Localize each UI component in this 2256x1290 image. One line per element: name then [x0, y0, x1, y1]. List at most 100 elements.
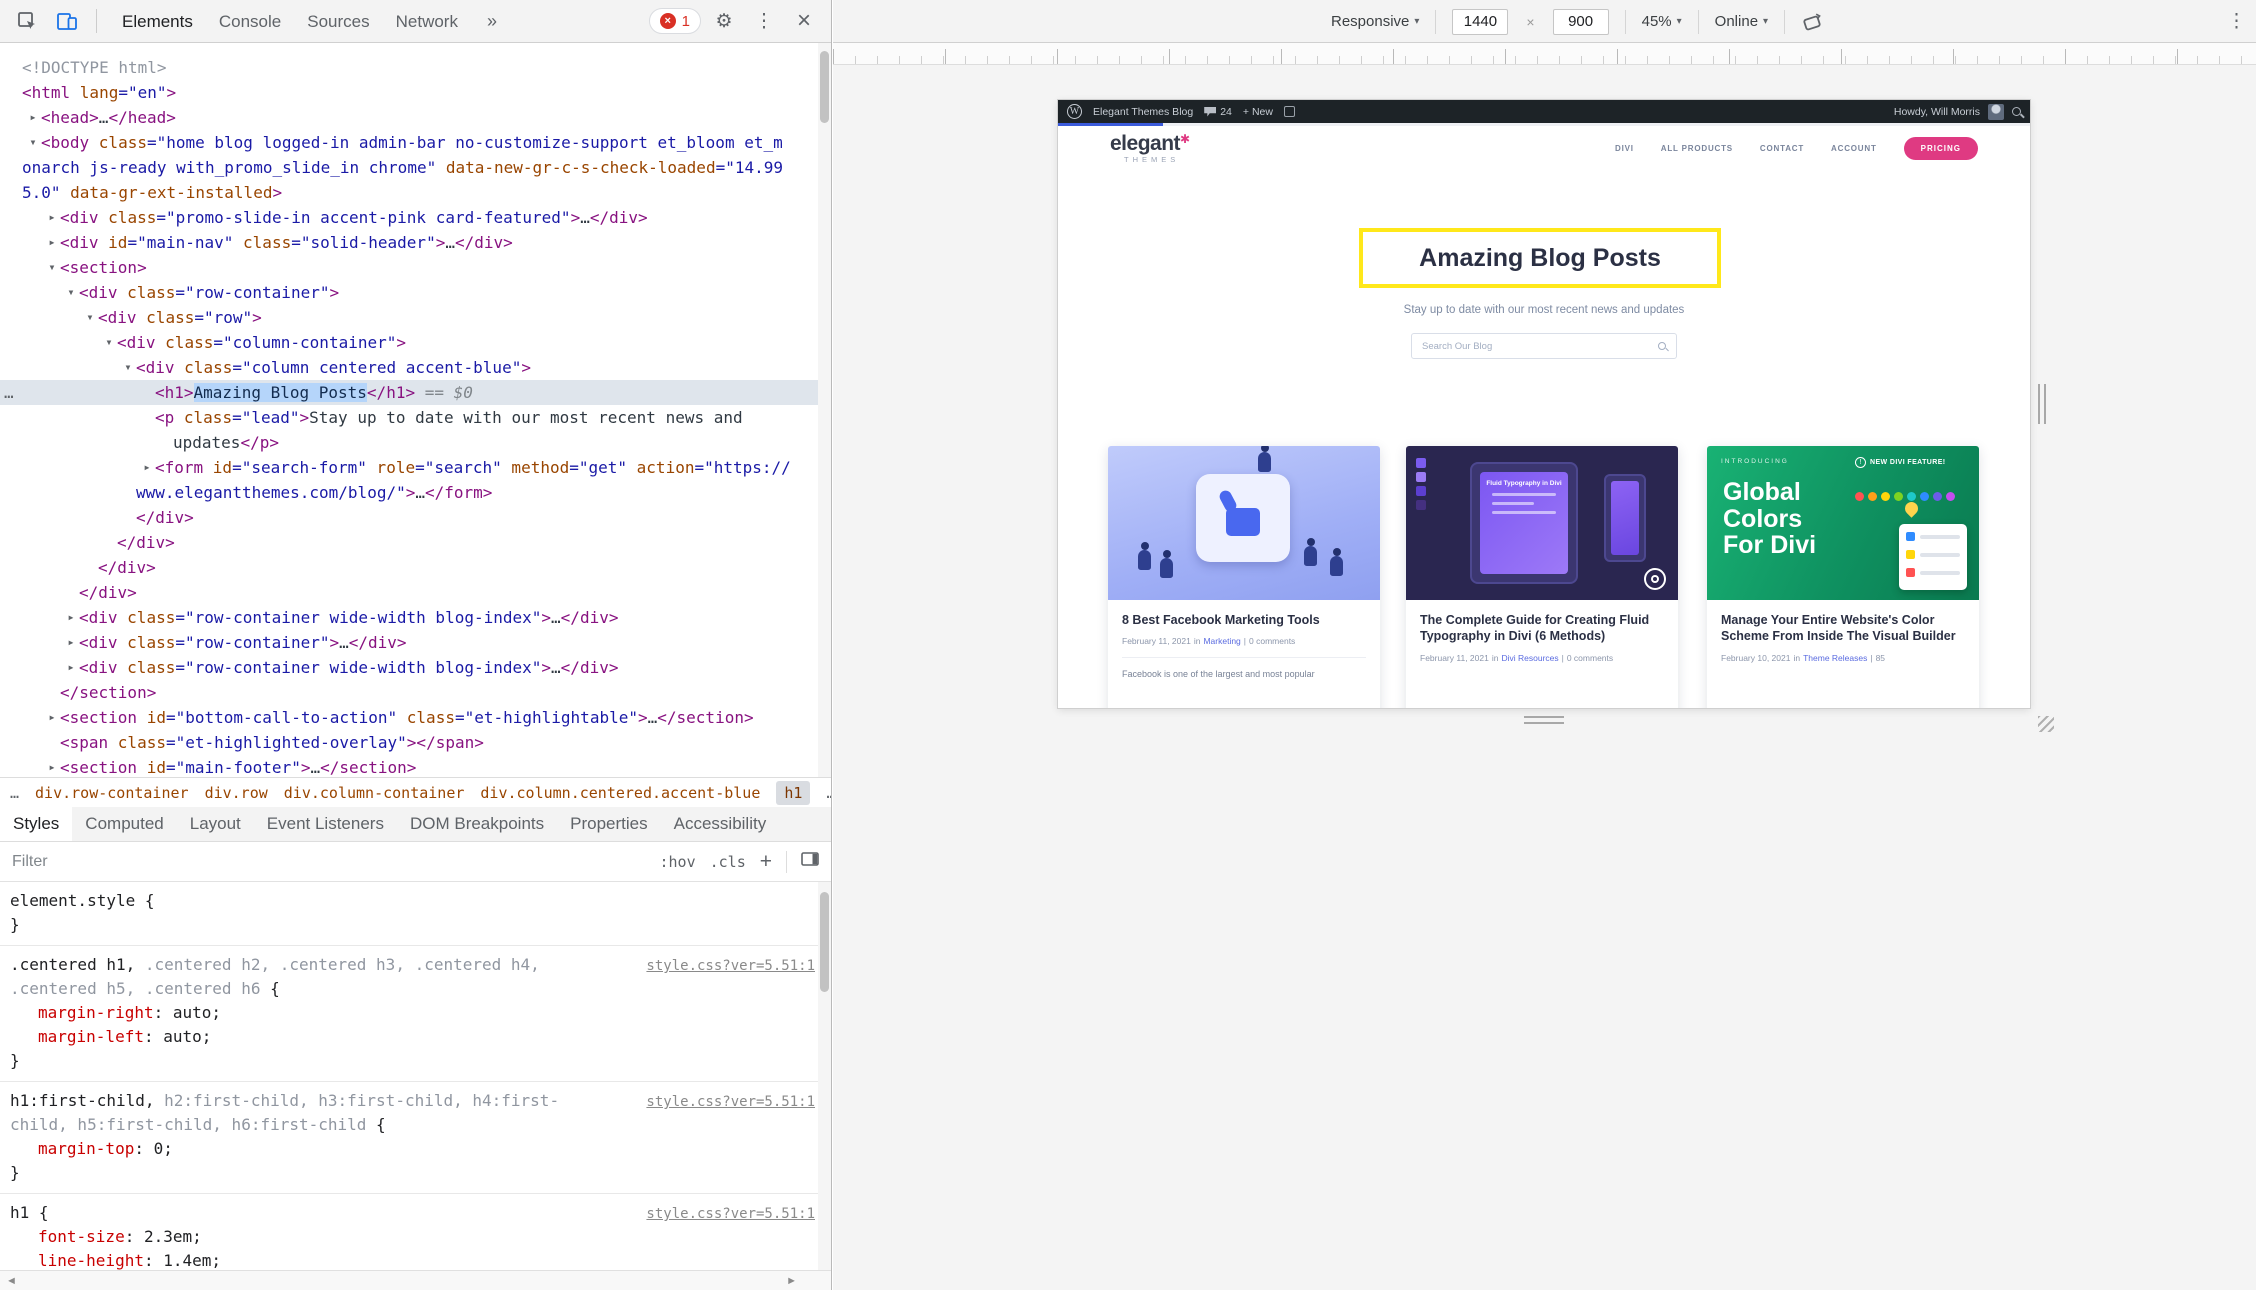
nav-item-contact[interactable]: CONTACT: [1760, 144, 1804, 153]
dom-tree-row[interactable]: ▸<form id="search-form" role="search" me…: [0, 455, 831, 480]
admin-bar-comments[interactable]: 24: [1204, 106, 1232, 118]
dom-tree-row[interactable]: ▾<div class="column-container">: [0, 330, 831, 355]
tree-disclosure-arrow-icon[interactable]: ▸: [44, 755, 60, 777]
post-category-link[interactable]: Theme Releases: [1803, 653, 1867, 663]
styles-filter-input[interactable]: Filter: [12, 853, 645, 871]
tree-disclosure-arrow-icon[interactable]: ▸: [139, 455, 155, 480]
throttling-select[interactable]: Online ▾: [1715, 13, 1768, 30]
viewport-resize-handle-right[interactable]: [2038, 384, 2046, 424]
dom-tree-row[interactable]: ▸<div class="row-container wide-width bl…: [0, 655, 831, 680]
tree-disclosure-arrow-icon[interactable]: ▾: [63, 280, 79, 305]
breadcrumb-item[interactable]: div.column.centered.accent-blue: [480, 784, 760, 802]
dom-tree-row[interactable]: updates</p>: [0, 430, 831, 455]
zoom-select[interactable]: 45% ▾: [1642, 13, 1682, 30]
dom-tree-row[interactable]: </div>: [0, 505, 831, 530]
dom-tree-row[interactable]: ▸<div class="row-container">…</div>: [0, 630, 831, 655]
dom-tree-row[interactable]: ▾<div class="row-container">: [0, 280, 831, 305]
styles-scrollbar[interactable]: [818, 882, 831, 1270]
dom-tree-row[interactable]: ▾<div class="column centered accent-blue…: [0, 355, 831, 380]
stylesheet-link[interactable]: style.css?ver=5.51:1: [646, 1090, 815, 1114]
breadcrumb-overflow-left[interactable]: …: [10, 784, 19, 802]
dom-tree-row[interactable]: 5.0" data-gr-ext-installed>: [0, 180, 831, 205]
toggle-computed-sidebar-icon[interactable]: [801, 852, 819, 871]
admin-search-icon[interactable]: [2012, 107, 2021, 116]
tree-disclosure-arrow-icon[interactable]: ▸: [44, 205, 60, 230]
card-thumbnail-global-colors[interactable]: INTRODUCING ! NEW DIVI FEATURE! Global C…: [1707, 446, 1979, 600]
dom-tree-row[interactable]: ▸<div class="row-container wide-width bl…: [0, 605, 831, 630]
sidebar-tab-dom-breakpoints[interactable]: DOM Breakpoints: [397, 807, 557, 841]
tree-disclosure-arrow-icon[interactable]: ▾: [82, 305, 98, 330]
post-comments-link[interactable]: 0 comments: [1567, 653, 1613, 663]
devtools-menu-kebab-icon[interactable]: ⋮: [747, 4, 781, 38]
css-property[interactable]: font-size: 2.3em;: [10, 1225, 821, 1249]
post-comments-link[interactable]: 85: [1876, 653, 1885, 663]
css-property[interactable]: margin-top: 0;: [10, 1137, 821, 1161]
stylesheet-link[interactable]: style.css?ver=5.51:1: [646, 954, 815, 978]
avatar[interactable]: [1988, 104, 2004, 120]
dom-tree-row[interactable]: ▸<head>…</head>: [0, 105, 831, 130]
error-count-badge[interactable]: × 1: [649, 8, 701, 34]
scroll-right-arrow-icon[interactable]: ►: [786, 1275, 797, 1287]
post-category-link[interactable]: Marketing: [1203, 636, 1240, 646]
breadcrumb-item[interactable]: div.row: [205, 784, 268, 802]
breadcrumb-item[interactable]: div.row-container: [35, 784, 189, 802]
devtools-tab-console[interactable]: Console: [206, 0, 294, 43]
toggle-hover-state-button[interactable]: :hov: [659, 853, 695, 871]
search-icon[interactable]: [1658, 342, 1666, 350]
tree-disclosure-arrow-icon[interactable]: ▸: [63, 605, 79, 630]
new-style-rule-button[interactable]: +: [760, 850, 772, 874]
elegant-themes-logo[interactable]: elegant✱ THEMES: [1110, 133, 1190, 164]
post-title[interactable]: 8 Best Facebook Marketing Tools: [1122, 612, 1366, 628]
close-devtools-icon[interactable]: ×: [787, 4, 821, 38]
blog-card[interactable]: Fluid Typography in Divi The Complete Gu…: [1406, 446, 1678, 708]
dom-tree-row[interactable]: ▸<section id="main-footer">…</section>: [0, 755, 831, 777]
dom-tree-row[interactable]: onarch js-ready with_promo_slide_in chro…: [0, 155, 831, 180]
stylesheet-link[interactable]: style.css?ver=5.51:1: [646, 1202, 815, 1226]
tree-disclosure-arrow-icon[interactable]: ▸: [63, 630, 79, 655]
sidebar-tab-layout[interactable]: Layout: [177, 807, 254, 841]
sidebar-tab-computed[interactable]: Computed: [72, 807, 176, 841]
dom-tree-row[interactable]: <p class="lead">Stay up to date with our…: [0, 405, 831, 430]
devtools-tab-network[interactable]: Network: [383, 0, 471, 43]
blog-card[interactable]: 8 Best Facebook Marketing Tools February…: [1108, 446, 1380, 708]
post-title[interactable]: Manage Your Entire Website's Color Schem…: [1721, 612, 1965, 645]
post-comments-link[interactable]: 0 comments: [1249, 636, 1295, 646]
dom-tree-scrollbar[interactable]: [818, 43, 831, 777]
dom-tree-row[interactable]: ▸<div id="main-nav" class="solid-header"…: [0, 230, 831, 255]
nav-item-divi[interactable]: DIVI: [1615, 144, 1634, 153]
tree-disclosure-arrow-icon[interactable]: ▸: [63, 655, 79, 680]
scrollbar-thumb[interactable]: [820, 892, 829, 992]
admin-bar-site-name[interactable]: Elegant Themes Blog: [1093, 106, 1193, 118]
dom-tree-row[interactable]: www.elegantthemes.com/blog/">…</form>: [0, 480, 831, 505]
dom-tree-row[interactable]: </div>: [0, 555, 831, 580]
css-property[interactable]: margin-right: auto;: [10, 1001, 821, 1025]
sidebar-tab-accessibility[interactable]: Accessibility: [661, 807, 780, 841]
blog-card[interactable]: INTRODUCING ! NEW DIVI FEATURE! Global C…: [1707, 446, 1979, 708]
device-type-select[interactable]: Responsive ▾: [1331, 13, 1419, 30]
toggle-device-toolbar-icon[interactable]: [50, 4, 84, 38]
device-toolbar-menu-kebab-icon[interactable]: ⋮: [2227, 0, 2246, 43]
tree-disclosure-arrow-icon[interactable]: ▸: [44, 230, 60, 255]
tree-disclosure-arrow-icon[interactable]: ▾: [44, 255, 60, 280]
dom-tree-row[interactable]: ▸<div class="promo-slide-in accent-pink …: [0, 205, 831, 230]
tree-disclosure-arrow-icon[interactable]: ▸: [25, 105, 41, 130]
admin-bar-howdy[interactable]: Howdy, Will Morris: [1894, 106, 1980, 118]
breadcrumb-item[interactable]: div.column-container: [284, 784, 465, 802]
tree-disclosure-arrow-icon[interactable]: ▾: [120, 355, 136, 380]
tree-disclosure-arrow-icon[interactable]: ▾: [101, 330, 117, 355]
admin-bar-extra-icon[interactable]: [1284, 106, 1295, 117]
toggle-class-button[interactable]: .cls: [710, 853, 746, 871]
dom-tree-row[interactable]: ▾<div class="row">: [0, 305, 831, 330]
more-tabs-button[interactable]: »: [477, 11, 507, 32]
breadcrumb-overflow-right[interactable]: …: [826, 784, 831, 802]
dom-tree-row[interactable]: <html lang="en">: [0, 80, 831, 105]
dom-tree-row[interactable]: </div>: [0, 530, 831, 555]
settings-gear-icon[interactable]: ⚙: [707, 4, 741, 38]
devtools-tab-elements[interactable]: Elements: [109, 0, 206, 43]
viewport-height-input[interactable]: 900: [1553, 9, 1609, 35]
nav-item-all-products[interactable]: ALL PRODUCTS: [1661, 144, 1733, 153]
post-category-link[interactable]: Divi Resources: [1501, 653, 1558, 663]
dom-tree-row[interactable]: ▾<body class="home blog logged-in admin-…: [0, 130, 831, 155]
scroll-left-arrow-icon[interactable]: ◄: [6, 1275, 17, 1287]
horizontal-scrollbar[interactable]: ◄ ►: [0, 1270, 831, 1290]
